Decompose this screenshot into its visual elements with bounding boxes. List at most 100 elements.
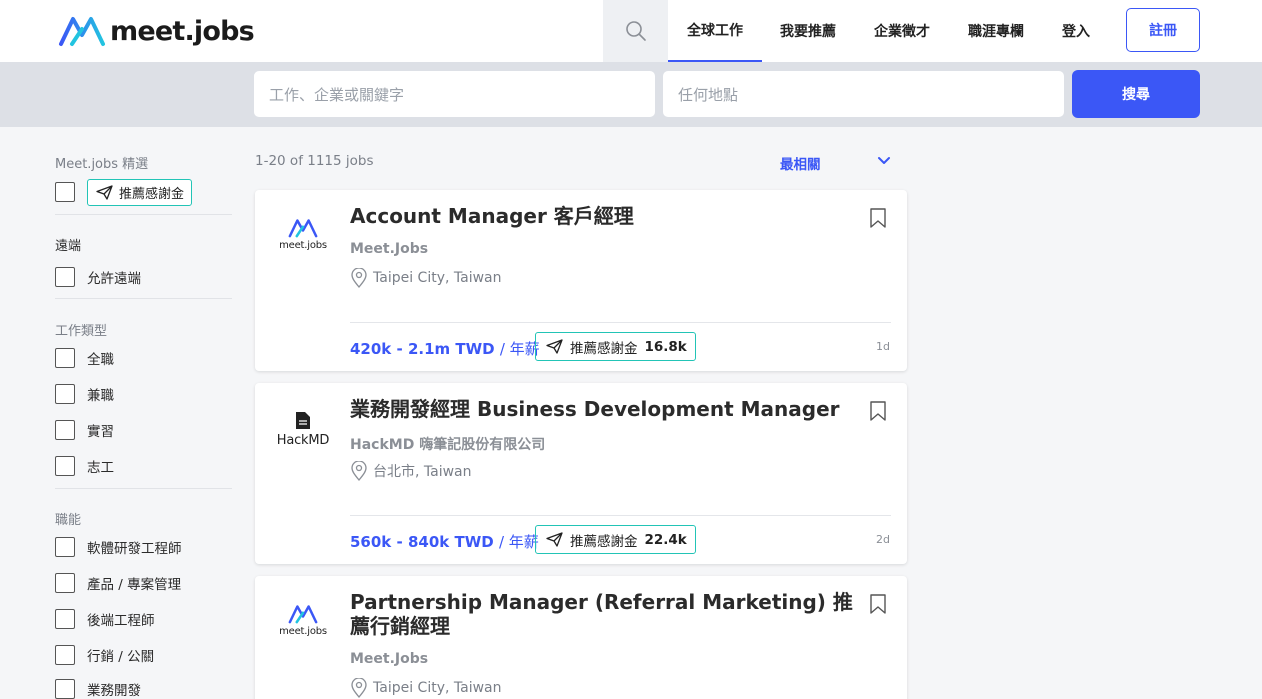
meet-jobs-logo-icon xyxy=(59,17,105,46)
keyword-search-input[interactable]: 工作、企業或關鍵字 xyxy=(254,71,655,117)
job-card[interactable]: meet.jobs Account Manager 客戶經理 Meet.Jobs… xyxy=(255,190,907,371)
company-logo-text: HackMD xyxy=(276,433,330,448)
job-company[interactable]: HackMD 嗨筆記股份有限公司 xyxy=(350,434,545,454)
company-logo-text: meet.jobs xyxy=(279,240,327,251)
filter-job-type-title: 工作類型 xyxy=(55,324,108,339)
reward-badge: 推薦感謝金 xyxy=(87,178,193,206)
meet-jobs-logo-icon xyxy=(288,605,318,624)
company-logo: meet.jobs xyxy=(275,604,331,637)
company-logo: HackMD xyxy=(275,411,331,448)
reward-amount: 22.4k xyxy=(644,531,687,548)
paper-plane-icon xyxy=(546,532,563,547)
reward-badge-label: 推薦感謝金 xyxy=(119,186,185,202)
brand-logo[interactable]: meet.jobs xyxy=(58,14,255,48)
reward-amount: 16.8k xyxy=(644,338,687,355)
job-salary-period: / 年薪 xyxy=(498,533,539,551)
job-title[interactable]: Partnership Manager (Referral Marketing)… xyxy=(350,590,870,638)
checkbox[interactable] xyxy=(55,609,75,629)
checkbox[interactable] xyxy=(55,267,75,287)
nav-referral[interactable]: 我要推薦 xyxy=(766,0,850,62)
bookmark-icon[interactable] xyxy=(869,594,887,614)
nav-login[interactable]: 登入 xyxy=(1048,0,1104,62)
filter-option-label: 全職 xyxy=(87,352,114,368)
results-count: 1-20 of 1115 jobs xyxy=(255,153,374,169)
job-title[interactable]: Account Manager 客戶經理 xyxy=(350,204,870,228)
job-location-text: Taipei City, Taiwan xyxy=(373,680,502,696)
job-salary-range: 420k - 2.1m TWD xyxy=(350,340,495,358)
filter-option-label: 後端工程師 xyxy=(87,613,155,629)
location-search-input[interactable]: 任何地點 xyxy=(663,71,1064,117)
filter-job-type-option[interactable]: 兼職 xyxy=(55,384,114,404)
nav-career-blog[interactable]: 職涯專欄 xyxy=(954,0,1038,62)
filter-function-option[interactable]: 軟體研發工程師 xyxy=(55,537,182,557)
job-company[interactable]: Meet.Jobs xyxy=(350,651,428,667)
paper-plane-icon xyxy=(546,339,563,354)
search-toggle-button[interactable] xyxy=(603,0,668,62)
checkbox[interactable] xyxy=(55,537,75,557)
job-salary-period: / 年薪 xyxy=(499,340,540,358)
location-pin-icon xyxy=(351,461,367,481)
chevron-down-icon[interactable] xyxy=(876,152,892,168)
job-location-text: Taipei City, Taiwan xyxy=(373,270,502,286)
filter-job-type-option[interactable]: 志工 xyxy=(55,456,114,476)
checkbox[interactable] xyxy=(55,348,75,368)
bookmark-icon[interactable] xyxy=(869,401,887,421)
top-header: meet.jobs 全球工作 我要推薦 企業徵才 職涯專欄 登入 註冊 xyxy=(0,0,1262,62)
filter-option-label: 允許遠端 xyxy=(87,271,141,287)
sort-select[interactable]: 最相關 xyxy=(780,153,821,173)
bookmark-icon[interactable] xyxy=(869,208,887,228)
job-location: 台北市, Taiwan xyxy=(350,461,472,481)
meet-jobs-logo-icon xyxy=(288,219,318,238)
job-salary: 560k - 840k TWD / 年薪 xyxy=(350,531,539,552)
job-company[interactable]: Meet.Jobs xyxy=(350,241,428,257)
search-bar: 工作、企業或關鍵字 任何地點 搜尋 xyxy=(0,62,1262,127)
filter-remote-title: 遠端 xyxy=(55,239,82,254)
job-location: Taipei City, Taiwan xyxy=(350,678,502,698)
nav-global-jobs[interactable]: 全球工作 xyxy=(668,0,762,62)
job-card[interactable]: HackMD 業務開發經理 Business Development Manag… xyxy=(255,383,907,564)
filter-function-title: 職能 xyxy=(55,513,82,528)
filter-featured-reward[interactable]: 推薦感謝金 xyxy=(55,178,193,206)
filter-function-option[interactable]: 產品 / 專案管理 xyxy=(55,573,181,593)
checkbox[interactable] xyxy=(55,456,75,476)
location-pin-icon xyxy=(351,678,367,698)
search-submit-button[interactable]: 搜尋 xyxy=(1072,70,1200,118)
divider xyxy=(350,322,891,323)
nav-employers[interactable]: 企業徵才 xyxy=(860,0,944,62)
filter-option-label: 志工 xyxy=(87,460,114,476)
checkbox[interactable] xyxy=(55,420,75,440)
filter-job-type-option[interactable]: 全職 xyxy=(55,348,114,368)
filter-function-option[interactable]: 後端工程師 xyxy=(55,609,155,629)
company-logo: meet.jobs xyxy=(275,218,331,251)
reward-badge[interactable]: 推薦感謝金 16.8k xyxy=(535,332,696,361)
paper-plane-icon xyxy=(96,184,113,200)
filter-option-label: 行銷 / 公關 xyxy=(87,649,155,665)
job-salary: 420k - 2.1m TWD / 年薪 xyxy=(350,338,540,359)
filter-option-label: 兼職 xyxy=(87,388,114,404)
job-posted-age: 2d xyxy=(876,533,890,546)
filter-option-label: 業務開發 xyxy=(87,683,141,699)
job-title[interactable]: 業務開發經理 Business Development Manager xyxy=(350,397,870,421)
reward-label: 推薦感謝金 xyxy=(570,340,638,357)
job-posted-age: 1d xyxy=(876,340,890,353)
search-icon xyxy=(625,21,646,41)
filter-function-option[interactable]: 業務開發 xyxy=(55,679,141,699)
reward-badge[interactable]: 推薦感謝金 22.4k xyxy=(535,525,696,554)
job-card[interactable]: meet.jobs Partnership Manager (Referral … xyxy=(255,576,907,699)
checkbox[interactable] xyxy=(55,573,75,593)
checkbox[interactable] xyxy=(55,384,75,404)
filter-function-option[interactable]: 行銷 / 公關 xyxy=(55,645,154,665)
signup-button[interactable]: 註冊 xyxy=(1126,8,1200,52)
filter-option-label: 產品 / 專案管理 xyxy=(87,577,182,593)
job-location-text: 台北市, Taiwan xyxy=(373,464,472,480)
checkbox[interactable] xyxy=(55,182,75,202)
job-location: Taipei City, Taiwan xyxy=(350,268,502,288)
brand-name: meet.jobs xyxy=(110,15,255,47)
filter-job-type-option[interactable]: 實習 xyxy=(55,420,114,440)
job-salary-range: 560k - 840k TWD xyxy=(350,533,494,551)
filter-featured-title: Meet.jobs 精選 xyxy=(55,157,149,172)
divider xyxy=(55,214,232,215)
checkbox[interactable] xyxy=(55,679,75,699)
checkbox[interactable] xyxy=(55,645,75,665)
filter-remote-option[interactable]: 允許遠端 xyxy=(55,267,141,287)
